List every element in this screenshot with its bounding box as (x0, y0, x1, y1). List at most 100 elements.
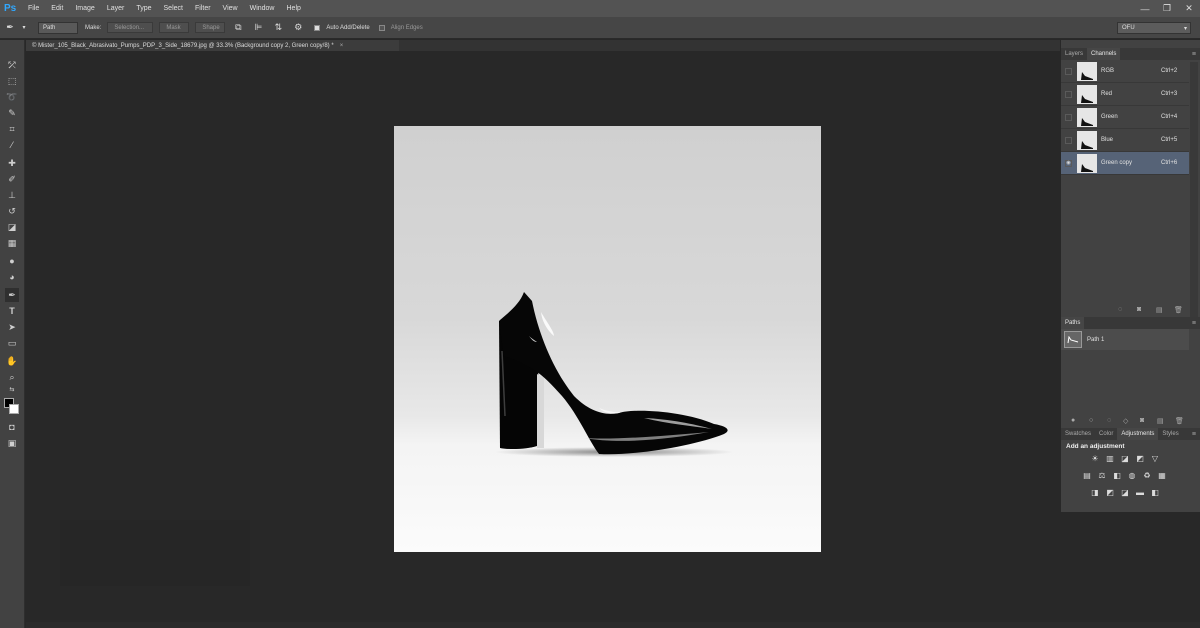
restore-button[interactable]: ❐ (1156, 0, 1178, 17)
type-tool-icon[interactable]: T (5, 304, 19, 318)
menu-layer[interactable]: Layer (101, 0, 131, 17)
tab-channels[interactable]: Channels (1087, 48, 1121, 60)
history-brush-tool-icon[interactable]: ↺ (5, 204, 19, 218)
color-balance-icon[interactable]: ⚖ (1097, 471, 1107, 480)
eye-icon[interactable]: ◉ (1065, 159, 1072, 167)
tab-adjustments[interactable]: Adjustments (1117, 428, 1159, 440)
menu-file[interactable]: File (22, 0, 45, 17)
channel-row-blue[interactable]: Blue Ctrl+5 (1061, 129, 1189, 152)
channels-scrollbar[interactable] (1190, 62, 1198, 327)
brightness-contrast-icon[interactable]: ☀ (1090, 454, 1100, 463)
trash-icon[interactable]: 🗑 (1174, 306, 1183, 314)
path-arrangement-icon[interactable]: ⇅ (271, 21, 285, 35)
auto-add-delete-checkbox[interactable] (314, 24, 321, 31)
menu-select[interactable]: Select (158, 0, 189, 17)
make-work-path-icon[interactable]: ◇ (1123, 417, 1128, 425)
stroke-path-icon[interactable]: ○ (1089, 417, 1093, 424)
fill-path-icon[interactable]: ● (1071, 417, 1075, 424)
rectangle-tool-icon[interactable]: ▭ (5, 336, 19, 350)
dodge-tool-icon[interactable]: ◕ (5, 270, 19, 284)
hue-saturation-icon[interactable]: ▤ (1082, 471, 1092, 480)
clone-stamp-tool-icon[interactable]: ⊥ (5, 188, 19, 202)
curves-icon[interactable]: ◪ (1120, 454, 1130, 463)
chevron-down-icon[interactable]: ▾ (17, 21, 31, 35)
black-white-icon[interactable]: ◧ (1112, 471, 1122, 480)
channel-row-green-copy[interactable]: ◉ Green copy Ctrl+6 (1061, 152, 1189, 175)
path-alignment-icon[interactable]: ⊫ (251, 21, 265, 35)
move-tool-icon[interactable]: ⤱ (5, 58, 19, 72)
blur-tool-icon[interactable]: ● (5, 254, 19, 268)
tool-mode-select[interactable]: Path (38, 21, 78, 34)
levels-icon[interactable]: ▥ (1105, 454, 1115, 463)
visibility-toggle[interactable] (1065, 67, 1072, 75)
healing-brush-tool-icon[interactable]: ✚ (5, 156, 19, 170)
marquee-tool-icon[interactable]: ⬚ (5, 74, 19, 88)
quick-mask-icon[interactable]: ◘ (5, 420, 19, 434)
gradient-tool-icon[interactable]: ▦ (5, 236, 19, 250)
save-selection-icon[interactable]: ◙ (1137, 306, 1141, 313)
document-canvas[interactable] (394, 126, 821, 552)
posterize-icon[interactable]: ◩ (1105, 488, 1115, 497)
path-row-path-1[interactable]: Path 1 (1061, 329, 1189, 350)
menu-view[interactable]: View (217, 0, 244, 17)
path-operations-icon[interactable]: ⧉ (231, 21, 245, 35)
trash-icon[interactable]: 🗑 (1175, 417, 1184, 425)
menu-filter[interactable]: Filter (189, 0, 217, 17)
eyedropper-tool-icon[interactable]: ⁄ (5, 138, 19, 152)
tab-paths[interactable]: Paths (1061, 317, 1085, 329)
menu-type[interactable]: Type (130, 0, 157, 17)
quick-selection-tool-icon[interactable]: ✎ (5, 106, 19, 120)
new-path-icon[interactable]: ▤ (1157, 417, 1164, 425)
lasso-tool-icon[interactable]: ➰ (5, 90, 19, 104)
threshold-icon[interactable]: ◪ (1120, 488, 1130, 497)
pen-tool-preset-icon[interactable]: ✒ (3, 21, 17, 35)
panel-menu-icon[interactable]: ≡ (1192, 431, 1196, 438)
channel-row-green[interactable]: Green Ctrl+4 (1061, 106, 1189, 129)
load-selection-icon[interactable]: ◌ (1118, 306, 1122, 313)
make-selection-button[interactable]: Selection... (107, 22, 154, 33)
close-icon[interactable]: × (340, 43, 344, 49)
panel-menu-icon[interactable]: ≡ (1192, 320, 1196, 327)
add-mask-icon[interactable]: ◙ (1140, 417, 1144, 424)
crop-tool-icon[interactable]: ⌗ (5, 122, 19, 136)
make-mask-button[interactable]: Mask (159, 22, 190, 33)
photo-filter-icon[interactable]: ◍ (1127, 471, 1137, 480)
tab-swatches[interactable]: Swatches (1061, 428, 1095, 440)
gradient-map-icon[interactable]: ▬ (1135, 488, 1145, 497)
gear-icon[interactable]: ⚙ (291, 21, 305, 35)
workspace-select[interactable]: OFU ▾ (1117, 22, 1191, 34)
swap-colors-icon[interactable]: ⇆ (5, 384, 19, 394)
zoom-tool-icon[interactable]: ⌕ (5, 370, 19, 384)
menu-window[interactable]: Window (244, 0, 281, 17)
menu-edit[interactable]: Edit (45, 0, 69, 17)
channel-mixer-icon[interactable]: ♻ (1142, 471, 1152, 480)
visibility-toggle[interactable] (1065, 136, 1072, 144)
tab-color[interactable]: Color (1095, 428, 1117, 440)
document-tab[interactable]: © Mister_105_Black_Abrasivato_Pumps_PDP_… (26, 40, 399, 51)
channel-row-rgb[interactable]: RGB Ctrl+2 (1061, 60, 1189, 83)
selective-color-icon[interactable]: ◧ (1150, 488, 1160, 497)
pen-tool-icon[interactable]: ✒ (5, 288, 19, 302)
close-button[interactable]: ✕ (1178, 0, 1200, 17)
tab-layers[interactable]: Layers (1061, 48, 1087, 60)
exposure-icon[interactable]: ◩ (1135, 454, 1145, 463)
screen-mode-icon[interactable]: ▣ (5, 436, 19, 450)
background-color-swatch[interactable] (9, 404, 19, 414)
color-lookup-icon[interactable]: ▦ (1157, 471, 1167, 480)
path-selection-tool-icon[interactable]: ➤ (5, 320, 19, 334)
invert-icon[interactable]: ◨ (1090, 488, 1100, 497)
tab-styles[interactable]: Styles (1158, 428, 1182, 440)
vibrance-icon[interactable]: ▽ (1150, 454, 1160, 463)
hand-tool-icon[interactable]: ✋ (5, 354, 19, 368)
brush-tool-icon[interactable]: ✐ (5, 172, 19, 186)
panel-menu-icon[interactable]: ≡ (1192, 51, 1196, 58)
visibility-toggle[interactable] (1065, 90, 1072, 98)
load-path-as-selection-icon[interactable]: ◌ (1107, 417, 1111, 424)
minimize-button[interactable]: — (1134, 0, 1156, 17)
new-channel-icon[interactable]: ▤ (1156, 306, 1163, 314)
menu-image[interactable]: Image (69, 0, 100, 17)
menu-help[interactable]: Help (281, 0, 307, 17)
channel-row-red[interactable]: Red Ctrl+3 (1061, 83, 1189, 106)
visibility-toggle[interactable] (1065, 113, 1072, 121)
eraser-tool-icon[interactable]: ◪ (5, 220, 19, 234)
